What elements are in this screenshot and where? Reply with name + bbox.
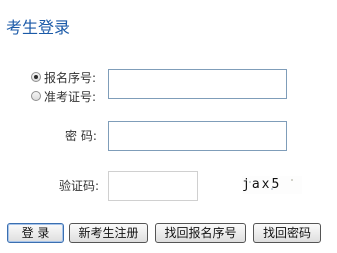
password-label: 密 码: bbox=[65, 129, 97, 143]
recover-registration-number-button[interactable]: 找回报名序号 bbox=[155, 223, 246, 243]
radio-admission-ticket-number-label: 准考证号: bbox=[44, 89, 97, 104]
id-number-input[interactable] bbox=[108, 69, 287, 99]
login-page: 考生登录 报名序号: 准考证号: 密 码: 验证码: jax5 登 录 新考生注… bbox=[0, 0, 337, 253]
register-button[interactable]: 新考生注册 bbox=[69, 223, 148, 243]
radio-admission-ticket-number[interactable]: 准考证号: bbox=[31, 88, 96, 104]
radio-unchecked-icon[interactable] bbox=[31, 91, 41, 101]
captcha-label: 验证码: bbox=[59, 179, 100, 193]
password-input[interactable] bbox=[108, 121, 287, 151]
radio-registration-number-label: 报名序号: bbox=[44, 70, 97, 85]
captcha-image-text: jax5 bbox=[242, 177, 282, 192]
captcha-image[interactable]: jax5 bbox=[242, 176, 302, 194]
captcha-input[interactable] bbox=[108, 171, 198, 201]
recover-password-button[interactable]: 找回密码 bbox=[253, 223, 321, 243]
page-title: 考生登录 bbox=[6, 18, 71, 37]
radio-checked-icon[interactable] bbox=[31, 72, 41, 82]
radio-registration-number[interactable]: 报名序号: bbox=[31, 69, 96, 85]
login-button[interactable]: 登 录 bbox=[7, 223, 64, 243]
